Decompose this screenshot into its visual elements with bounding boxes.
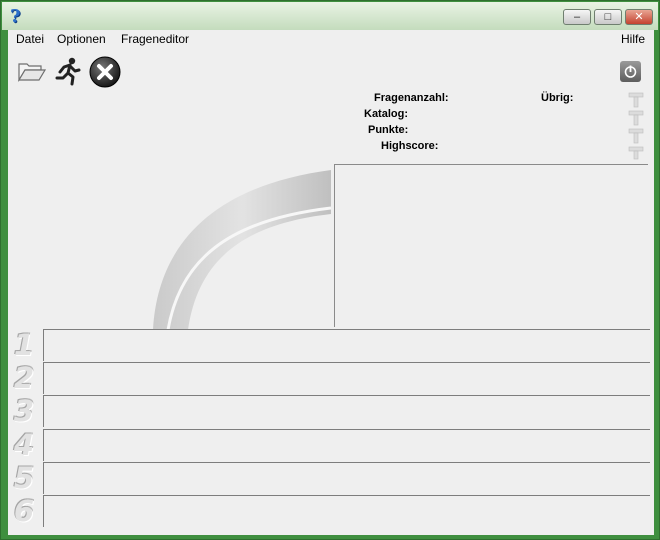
menu-frageneditor[interactable]: Frageneditor: [121, 32, 189, 46]
answer-number-3: 3: [13, 394, 35, 428]
label-katalog: Katalog:: [364, 108, 408, 120]
label-punkte: Punkte:: [368, 124, 409, 136]
answer-field-4[interactable]: [43, 429, 650, 461]
client-area: Datei Optionen Frageneditor Hilfe Fragen…: [8, 30, 654, 535]
answer-row-5[interactable]: 5: [8, 461, 654, 494]
question-display: [334, 164, 648, 327]
label-highscore: Highscore:: [381, 140, 439, 152]
close-circle-icon[interactable]: [89, 56, 121, 88]
menu-hilfe[interactable]: Hilfe: [621, 32, 645, 46]
answer-row-3[interactable]: 3: [8, 394, 654, 427]
runner-start-icon[interactable]: [52, 56, 82, 86]
answer-number-4: 4: [13, 428, 35, 462]
app-window: ? – □ ✕ Datei Optionen Frageneditor Hilf…: [0, 0, 660, 540]
close-window-button[interactable]: ✕: [625, 9, 653, 25]
answer-number-1: 1: [13, 328, 35, 362]
power-icon: [624, 65, 637, 78]
background-swoosh: [8, 90, 331, 330]
answer-field-6[interactable]: [43, 495, 650, 527]
menu-optionen[interactable]: Optionen: [57, 32, 106, 46]
answer-field-1[interactable]: [43, 329, 650, 361]
answer-number-2: 2: [13, 361, 35, 395]
power-button[interactable]: [620, 61, 641, 82]
minimize-button[interactable]: –: [563, 9, 591, 25]
folder-open-icon[interactable]: [17, 58, 47, 84]
answer-number-6: 6: [13, 494, 35, 528]
menu-bar: Datei Optionen Frageneditor Hilfe: [8, 30, 654, 48]
label-uebrig: Übrig:: [541, 92, 574, 104]
answer-row-4[interactable]: 4: [8, 428, 654, 461]
answer-number-5: 5: [13, 461, 35, 495]
answer-row-1[interactable]: 1: [8, 328, 654, 361]
title-bar[interactable]: ? – □ ✕: [2, 2, 658, 30]
answer-field-5[interactable]: [43, 462, 650, 494]
answer-row-6[interactable]: 6: [8, 494, 654, 527]
question-mark-app-icon: ?: [10, 6, 21, 27]
answer-field-3[interactable]: [43, 395, 650, 427]
answer-row-2[interactable]: 2: [8, 361, 654, 394]
menu-datei[interactable]: Datei: [16, 32, 44, 46]
label-fragenanzahl: Fragenanzahl:: [374, 92, 449, 104]
maximize-button[interactable]: □: [594, 9, 622, 25]
decorative-marks: [625, 91, 647, 161]
answer-field-2[interactable]: [43, 362, 650, 394]
